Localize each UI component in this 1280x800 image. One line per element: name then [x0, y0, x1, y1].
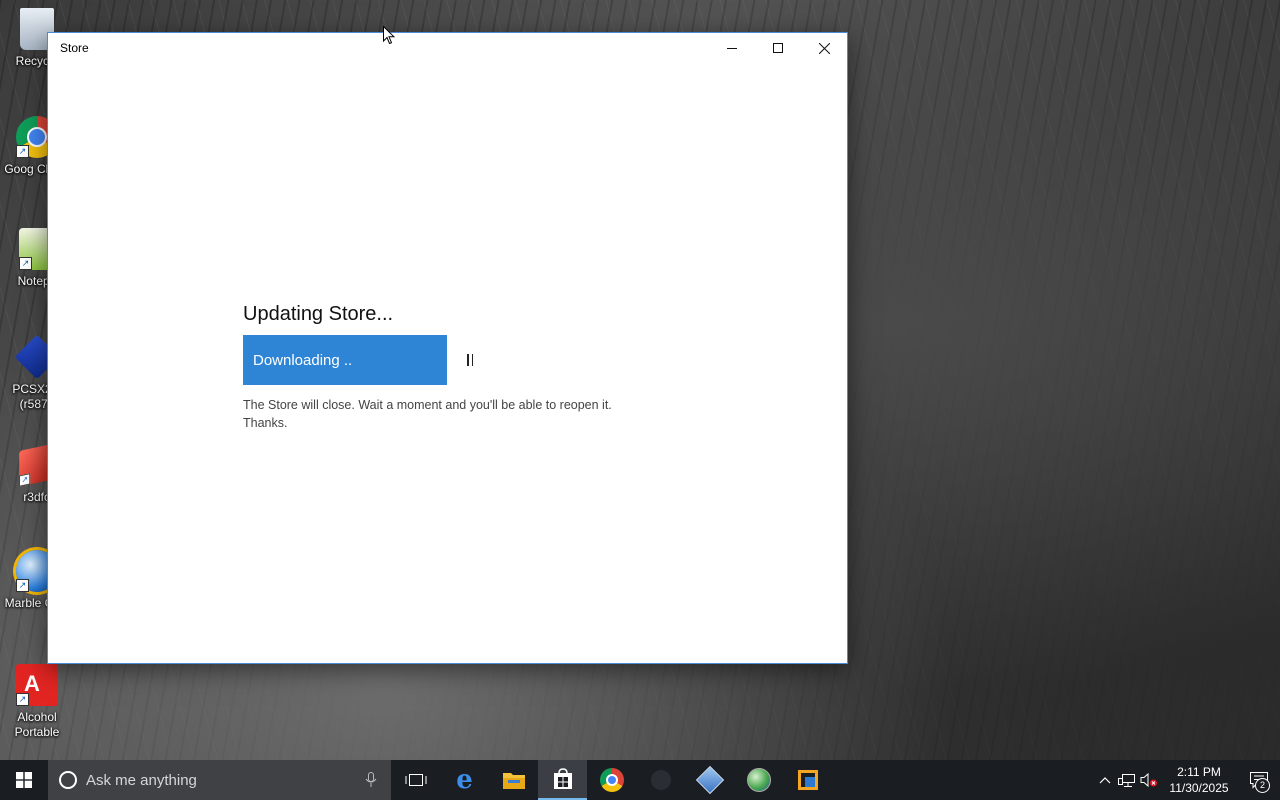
file-explorer-icon	[502, 773, 525, 789]
clock-time: 2:11 PM	[1177, 765, 1221, 779]
volume-button[interactable]	[1138, 760, 1160, 800]
pause-icon-bar	[471, 354, 473, 366]
desktop-icon-alcohol[interactable]: A ↗ Alcohol Portable	[0, 664, 74, 740]
message-line: Thanks.	[243, 416, 288, 430]
update-panel: Updating Store... Downloading .. The Sto…	[243, 303, 663, 432]
pause-button[interactable]	[467, 353, 477, 367]
system-tray: 2:11 PM 11/30/2025 2	[1094, 760, 1280, 800]
update-heading: Updating Store...	[243, 303, 394, 325]
window-title: Store	[60, 41, 89, 55]
maximize-icon	[773, 43, 783, 53]
steam-icon	[650, 770, 671, 790]
close-button[interactable]	[801, 33, 847, 63]
task-view-button[interactable]	[391, 760, 440, 800]
minimize-button[interactable]	[709, 33, 755, 63]
taskbar-app-edge[interactable]: e	[440, 760, 489, 800]
shortcut-arrow-icon: ↗	[16, 579, 29, 592]
search-placeholder: Ask me anything	[86, 771, 197, 789]
progress-label: Downloading ..	[253, 351, 353, 369]
taskbar-app-steam[interactable]	[636, 760, 685, 800]
chevron-up-icon	[1099, 777, 1111, 784]
action-center-button[interactable]: 2	[1238, 760, 1280, 800]
store-icon	[553, 768, 572, 789]
gnome-icon	[695, 765, 724, 795]
store-window: Store Updating Store... Downloading .. T…	[47, 32, 848, 664]
network-icon	[1118, 774, 1135, 787]
shortcut-arrow-icon: ↗	[19, 473, 31, 487]
show-hidden-icons-button[interactable]	[1094, 760, 1116, 800]
message-line: The Store will close. Wait a moment and …	[243, 398, 612, 412]
chrome-icon	[599, 768, 624, 792]
cortana-icon	[59, 771, 77, 789]
shortcut-arrow-icon: ↗	[19, 257, 32, 270]
network-button[interactable]	[1116, 760, 1138, 800]
alcohol-icon: A ↗	[16, 664, 58, 706]
shortcut-arrow-icon: ↗	[16, 145, 29, 158]
taskbar-app-gnome[interactable]	[685, 760, 734, 800]
task-view-icon	[405, 774, 426, 786]
mouse-cursor-icon	[383, 26, 395, 45]
taskbar: Ask me anything e 2:11 PM 11/30/2025 2	[0, 760, 1280, 800]
window-titlebar[interactable]: Store	[48, 33, 847, 64]
clock-date: 11/30/2025	[1169, 781, 1229, 795]
taskbar-app-chrome[interactable]	[587, 760, 636, 800]
update-message: The Store will close. Wait a moment and …	[243, 396, 663, 432]
taskbar-app-store[interactable]	[538, 760, 587, 800]
start-button[interactable]	[0, 760, 48, 800]
edge-icon: e	[456, 765, 473, 795]
maximize-button[interactable]	[755, 33, 801, 63]
virtualbox-icon	[797, 770, 818, 790]
download-progress: Downloading ..	[243, 335, 447, 385]
marble-icon	[746, 768, 771, 792]
pause-icon-bar	[467, 354, 469, 366]
desktop-icon-label: Alcohol Portable	[14, 710, 60, 739]
search-box[interactable]: Ask me anything	[48, 760, 391, 800]
minimize-icon	[727, 48, 737, 49]
taskbar-app-marble[interactable]	[734, 760, 783, 800]
close-icon	[818, 42, 830, 54]
notification-count-badge: 2	[1255, 778, 1270, 793]
taskbar-app-virtualbox[interactable]	[783, 760, 832, 800]
progress-row: Downloading ..	[243, 335, 663, 385]
shortcut-arrow-icon: ↗	[16, 693, 29, 706]
taskbar-app-file-explorer[interactable]	[489, 760, 538, 800]
volume-muted-icon	[1140, 772, 1157, 788]
taskbar-clock[interactable]: 2:11 PM 11/30/2025	[1164, 764, 1234, 796]
windows-logo-icon	[16, 772, 32, 788]
microphone-icon[interactable]	[365, 772, 377, 788]
